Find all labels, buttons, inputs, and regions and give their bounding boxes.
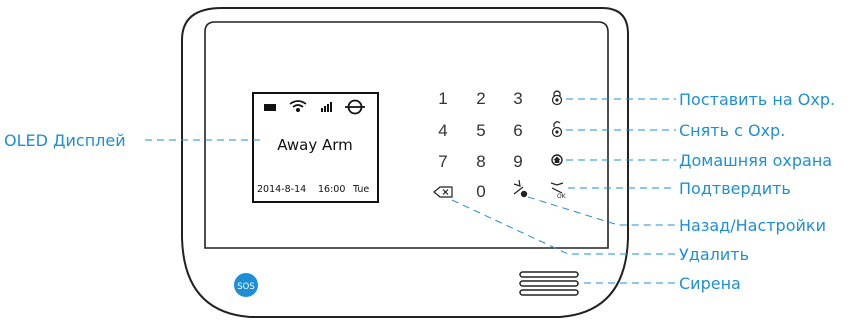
label-delete: Удалить: [679, 245, 749, 264]
key-7[interactable]: 7: [438, 152, 447, 171]
label-arm: Поставить на Охр.: [679, 90, 835, 109]
key-4[interactable]: 4: [438, 121, 447, 140]
key-5[interactable]: 5: [476, 121, 485, 140]
key-0[interactable]: 0: [476, 182, 485, 201]
lcd-date: 2014-8-14: [257, 184, 306, 195]
key-6[interactable]: 6: [513, 121, 522, 140]
lcd-weekday: Tue: [352, 184, 369, 195]
svg-text:OK: OK: [557, 193, 567, 200]
key-2[interactable]: 2: [476, 89, 485, 108]
sos-label: SOS: [237, 282, 254, 292]
label-back: Назад/Настройки: [679, 216, 826, 235]
label-disarm: Снять с Охр.: [679, 121, 785, 140]
battery-icon: [264, 104, 276, 111]
key-8[interactable]: 8: [476, 152, 485, 171]
key-9[interactable]: 9: [513, 152, 522, 171]
label-home: Домашняя охрана: [679, 151, 832, 170]
key-3[interactable]: 3: [513, 89, 522, 108]
lcd-mode-text: Away Arm: [277, 136, 353, 154]
key-1[interactable]: 1: [438, 89, 447, 108]
label-siren: Сирена: [679, 274, 741, 293]
label-oled: OLED Дисплей: [4, 131, 126, 150]
lcd-time: 16:00: [318, 184, 345, 195]
label-confirm: Подтвердить: [679, 179, 791, 198]
alarm-panel-diagram: Away Arm 2014-8-14 16:00 Tue 1 2 3 4 5 6…: [0, 0, 851, 326]
